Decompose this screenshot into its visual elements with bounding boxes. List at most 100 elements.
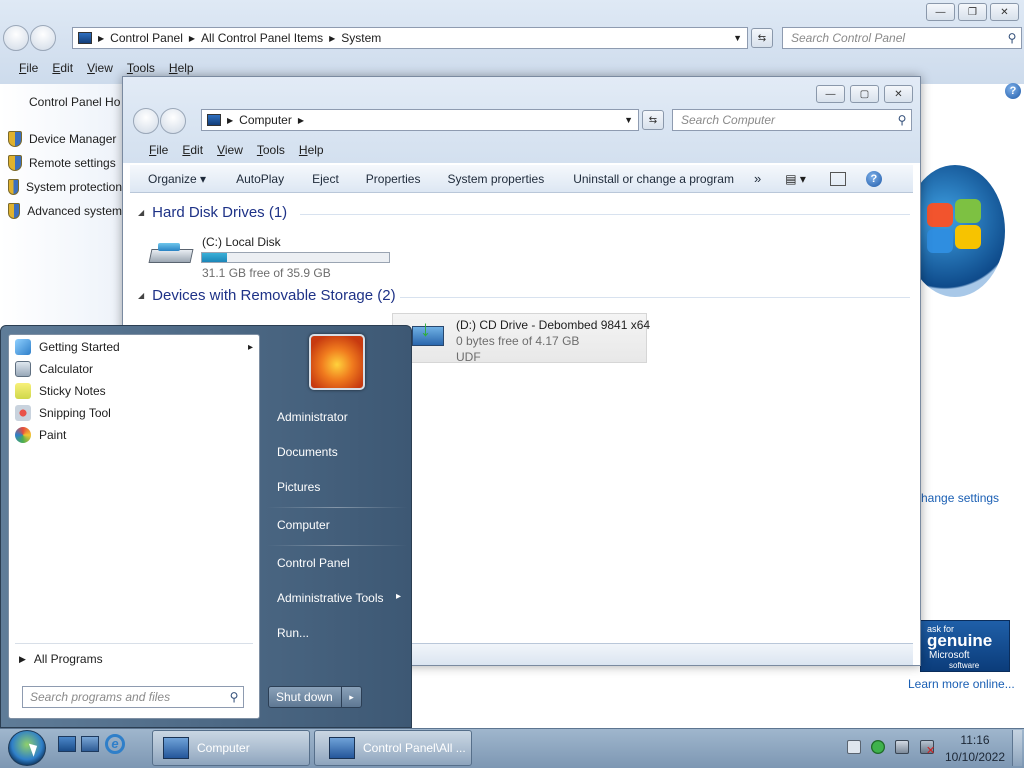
cp-back-button[interactable] (3, 25, 29, 51)
cp-menubar: File Edit View Tools Help (19, 58, 208, 78)
cp-maximize-button[interactable]: ❐ (958, 3, 987, 21)
cp-link-remote-settings[interactable]: Remote settings (8, 155, 116, 171)
maximize-icon: ▢ (859, 88, 870, 100)
cp-forward-button[interactable] (30, 25, 56, 51)
computer-menu-edit[interactable]: Edit (182, 143, 203, 157)
cmd-organize[interactable]: Organize ▾ (148, 172, 206, 186)
genuine-microsoft-badge[interactable]: ask for genuine Microsoft software (920, 620, 1010, 672)
computer-menubar: File Edit View Tools Help (149, 140, 338, 160)
shutdown-button[interactable]: Shut down (276, 690, 341, 704)
chevron-down-icon[interactable]: ▼ (624, 115, 633, 125)
drive-d-name: (D:) CD Drive - Debombed 9841 x64 (456, 318, 651, 332)
cmd-properties[interactable]: Properties (366, 172, 421, 186)
cp-crumb-all-items[interactable]: All Control Panel Items (201, 31, 323, 45)
start-item-paint[interactable]: Paint (15, 427, 66, 443)
internet-explorer-icon[interactable]: e (105, 734, 125, 754)
cp-link-advanced-system[interactable]: Advanced system (8, 203, 122, 219)
computer-crumb[interactable]: Computer (239, 113, 292, 127)
taskbar-button-computer[interactable]: Computer (152, 730, 310, 766)
drive-c-name[interactable]: (C:) Local Disk (202, 235, 281, 249)
cp-change-settings-link[interactable]: hange settings (921, 491, 999, 505)
start-link-pictures[interactable]: Pictures (277, 480, 320, 494)
drive-d-free-space: 0 bytes free of 4.17 GB (456, 334, 580, 348)
computer-refresh-button[interactable]: ⇆ (642, 110, 664, 130)
view-options-icon[interactable]: ▤ ▾ (785, 172, 806, 186)
cmd-autoplay[interactable]: AutoPlay (236, 172, 284, 186)
cp-learn-more-link[interactable]: Learn more online... (908, 677, 1015, 691)
start-all-programs[interactable]: ▶ All Programs (19, 652, 103, 666)
cp-link-system-protection[interactable]: System protection (8, 179, 122, 195)
preview-pane-icon[interactable] (829, 171, 846, 186)
cp-minimize-button[interactable]: — (926, 3, 955, 21)
computer-menu-view[interactable]: View (217, 143, 243, 157)
cp-home-link[interactable]: Control Panel Ho (29, 95, 122, 109)
start-item-getting-started[interactable]: Getting Started ▸ (15, 339, 253, 355)
arrow-right-icon: ▶ (19, 653, 26, 664)
start-search-input[interactable]: Search programs and files ⚲ (22, 686, 244, 708)
cmd-eject[interactable]: Eject (312, 172, 339, 186)
cp-menu-tools[interactable]: Tools (127, 61, 155, 75)
computer-back-button[interactable] (133, 108, 159, 134)
start-item-sticky-notes[interactable]: Sticky Notes (15, 383, 106, 399)
chevron-down-icon[interactable]: ▼ (733, 33, 742, 43)
shield-icon (8, 203, 21, 219)
user-picture-avatar[interactable] (309, 334, 365, 390)
cp-menu-file[interactable]: File (19, 61, 38, 75)
help-icon[interactable]: ? (865, 170, 882, 187)
computer-menu-help[interactable]: Help (299, 143, 324, 157)
mute-x-icon: ✕ (926, 745, 936, 757)
start-link-documents[interactable]: Documents (277, 445, 338, 459)
cp-close-button[interactable]: ✕ (990, 3, 1019, 21)
cmd-more[interactable]: » (754, 171, 761, 186)
computer-address-bar[interactable]: ▶ Computer ▶ ▼ (201, 109, 639, 131)
show-desktop-icon[interactable] (58, 736, 76, 752)
computer-search-input[interactable]: Search Computer ⚲ (672, 109, 912, 131)
shield-icon (8, 131, 22, 147)
group-header-removable[interactable]: ◢ Devices with Removable Storage (2) (138, 287, 396, 304)
taskbar-button-control-panel[interactable]: Control Panel\All ... (314, 730, 472, 766)
cp-menu-edit[interactable]: Edit (52, 61, 73, 75)
snipping-tool-icon (15, 405, 31, 421)
clock-time[interactable]: 11:16 (946, 733, 1004, 747)
switch-windows-icon[interactable] (81, 736, 99, 752)
cp-menu-help[interactable]: Help (169, 61, 194, 75)
help-icon[interactable]: ? (1005, 83, 1021, 99)
notification-icon[interactable] (847, 740, 861, 754)
network-icon[interactable] (895, 740, 909, 754)
close-icon: ✕ (894, 88, 903, 100)
cmd-system-properties[interactable]: System properties (447, 172, 544, 186)
shutdown-options-arrow-icon[interactable]: ▸ (341, 687, 361, 707)
start-link-administrative-tools[interactable]: Administrative Tools ▸ (277, 591, 401, 605)
cp-address-bar[interactable]: ▶ Control Panel ▶ All Control Panel Item… (72, 27, 748, 49)
start-button[interactable] (8, 730, 46, 766)
computer-minimize-button[interactable]: — (816, 85, 845, 103)
control-panel-icon (329, 737, 355, 759)
start-link-computer[interactable]: Computer (277, 518, 330, 532)
computer-small-icon (78, 32, 92, 44)
drive-c-free-space: 31.1 GB free of 35.9 GB (202, 266, 331, 280)
computer-forward-button[interactable] (160, 108, 186, 134)
getting-started-icon (15, 339, 31, 355)
action-center-icon[interactable] (871, 740, 885, 754)
search-icon: ⚲ (1007, 31, 1017, 45)
computer-menu-tools[interactable]: Tools (257, 143, 285, 157)
start-link-run[interactable]: Run... (277, 626, 309, 640)
cp-crumb-system[interactable]: System (341, 31, 381, 45)
cp-search-input[interactable]: Search Control Panel ⚲ (782, 27, 1022, 49)
group-header-hdd[interactable]: ◢ Hard Disk Drives (1) (138, 204, 287, 221)
start-item-snipping-tool[interactable]: Snipping Tool (15, 405, 111, 421)
computer-maximize-button[interactable]: ▢ (850, 85, 879, 103)
computer-menu-file[interactable]: File (149, 143, 168, 157)
start-link-control-panel[interactable]: Control Panel (277, 556, 350, 570)
cp-menu-view[interactable]: View (87, 61, 113, 75)
computer-small-icon (207, 114, 221, 126)
start-item-calculator[interactable]: Calculator (15, 361, 93, 377)
show-desktop-button[interactable] (1012, 730, 1022, 766)
computer-close-button[interactable]: ✕ (884, 85, 913, 103)
cmd-uninstall-program[interactable]: Uninstall or change a program (573, 172, 734, 186)
cp-link-device-manager[interactable]: Device Manager (8, 131, 116, 147)
cp-crumb-control-panel[interactable]: Control Panel (110, 31, 183, 45)
cp-refresh-button[interactable]: ⇆ (751, 28, 773, 48)
start-link-administrator[interactable]: Administrator (277, 410, 348, 424)
clock-date[interactable]: 10/10/2022 (940, 750, 1010, 764)
